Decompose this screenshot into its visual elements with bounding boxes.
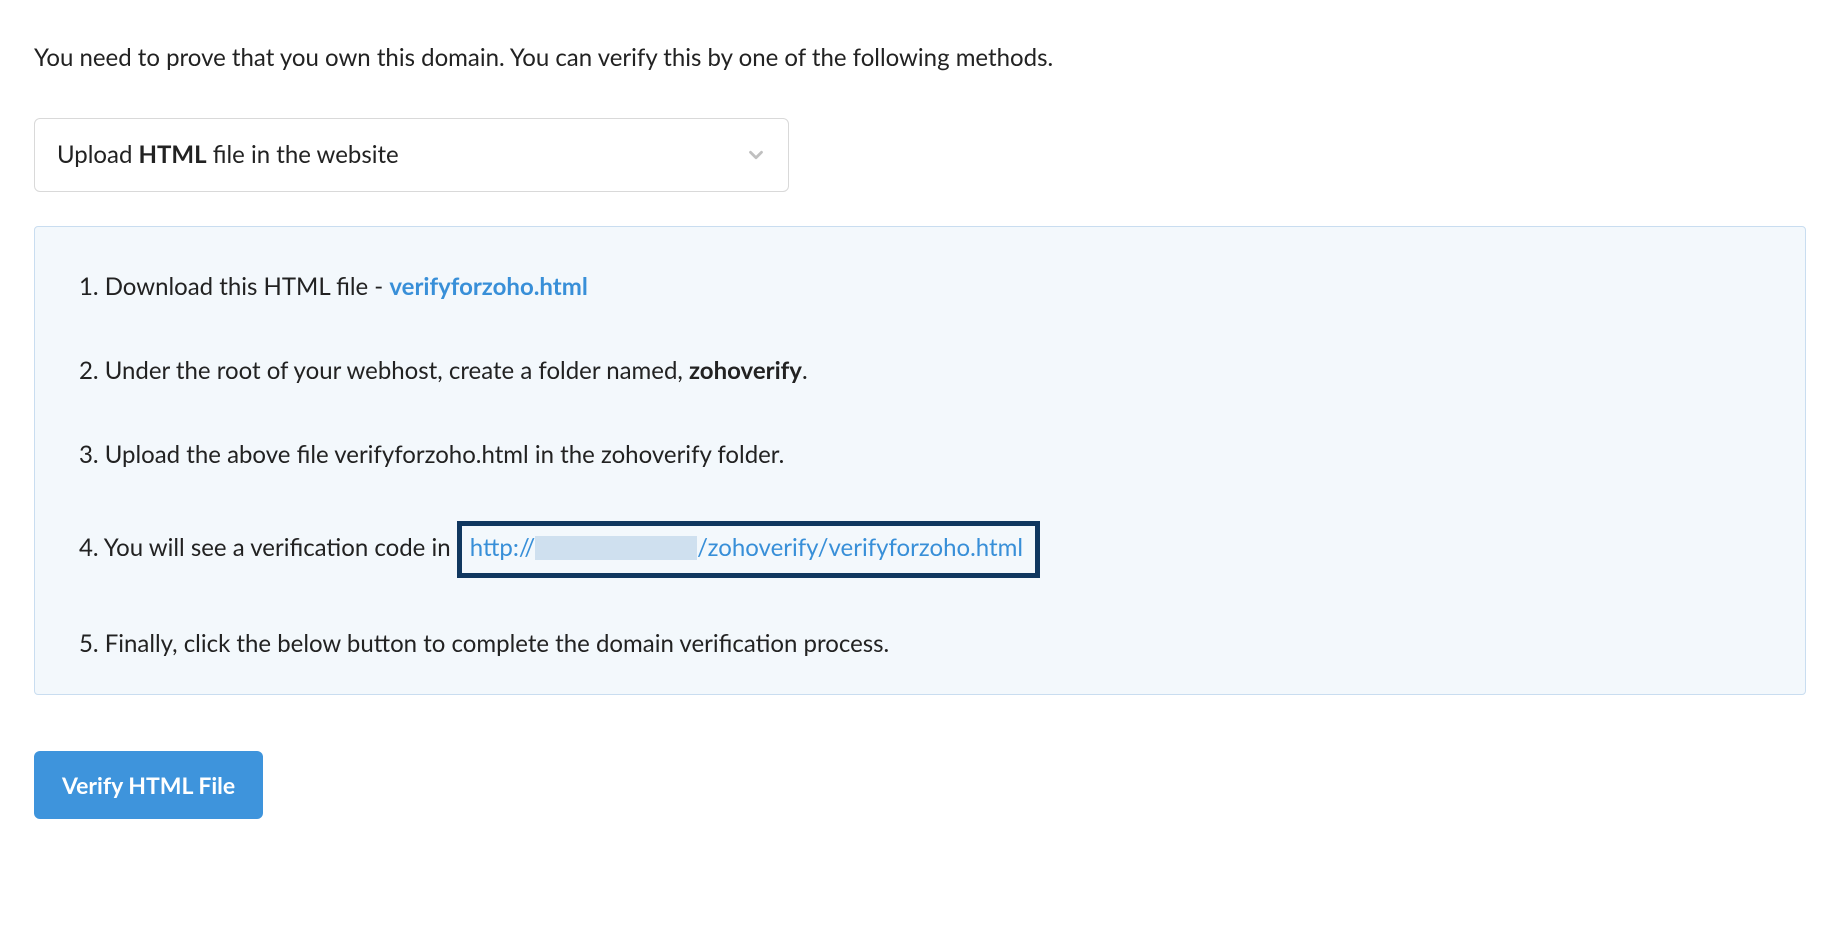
step-1-text: 1. Download this HTML file -: [79, 272, 389, 301]
step-5: 5. Finally, click the below button to co…: [79, 626, 1761, 662]
method-select[interactable]: Upload HTML file in the website: [34, 118, 789, 192]
method-select-box[interactable]: Upload HTML file in the website: [34, 118, 789, 192]
step-2: 2. Under the root of your webhost, creat…: [79, 353, 1761, 389]
step-4: 4. You will see a verification code in h…: [79, 521, 1761, 578]
method-select-label: Upload HTML file in the website: [57, 137, 399, 173]
verification-url-protocol[interactable]: http://: [470, 534, 535, 563]
method-select-bold: HTML: [139, 140, 207, 169]
instructions-panel: 1. Download this HTML file - verifyforzo…: [34, 226, 1806, 695]
step-1: 1. Download this HTML file - verifyforzo…: [79, 269, 1761, 305]
step-2-folder-name: zohoverify: [689, 356, 802, 385]
verification-url-box: http:// /zohoverify/verifyforzoho.html: [457, 521, 1040, 578]
step-3: 3. Upload the above file verifyforzoho.h…: [79, 437, 1761, 473]
verify-button[interactable]: Verify HTML File: [34, 751, 263, 819]
method-select-prefix: Upload: [57, 140, 139, 169]
step-2-prefix: 2. Under the root of your webhost, creat…: [79, 356, 689, 385]
step-4-prefix: 4. You will see a verification code in: [79, 533, 457, 562]
step-2-suffix: .: [802, 356, 808, 385]
intro-text: You need to prove that you own this doma…: [34, 40, 1806, 76]
verification-url-path[interactable]: /zohoverify/verifyforzoho.html: [697, 534, 1023, 563]
method-select-suffix: file in the website: [207, 140, 399, 169]
download-link[interactable]: verifyforzoho.html: [389, 272, 587, 301]
redacted-domain: [535, 536, 697, 560]
